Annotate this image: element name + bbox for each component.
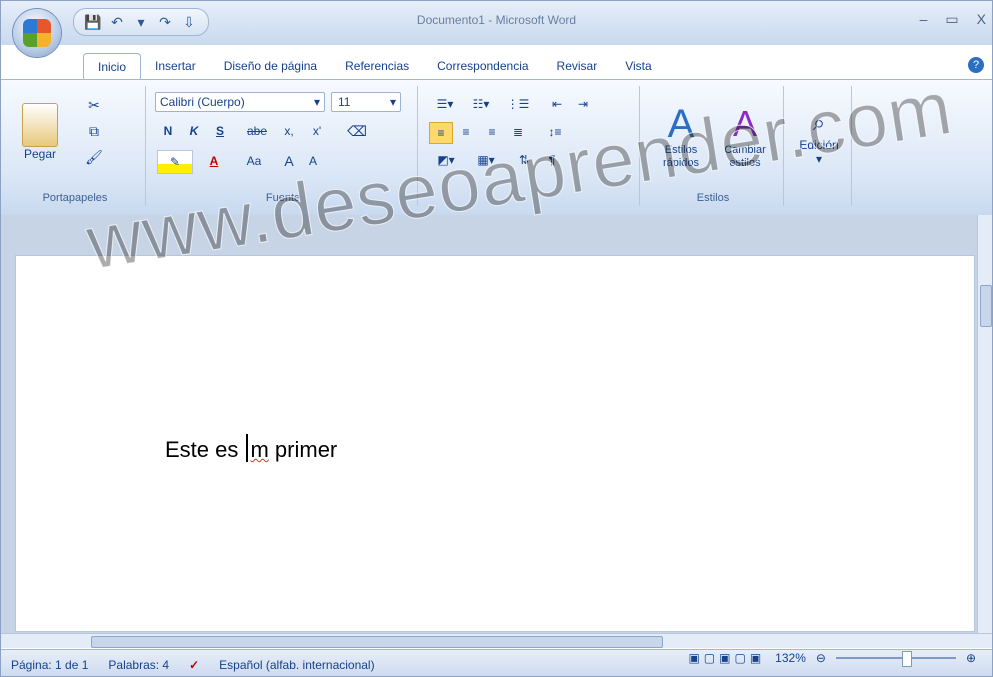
align-left-icon[interactable]: ≡ xyxy=(429,122,453,144)
proofing-icon[interactable]: ✓ xyxy=(179,658,209,672)
tab-inicio[interactable]: Inicio xyxy=(83,53,142,80)
borders-icon[interactable]: ▦▾ xyxy=(469,150,503,170)
view-modes[interactable]: ▣▢▣▢▣ xyxy=(688,651,765,665)
zoom-out-icon[interactable]: ⊖ xyxy=(816,651,826,665)
cut-icon[interactable]: ✂ xyxy=(85,96,103,114)
editing-button[interactable]: ⌕ Edición ▾ xyxy=(793,94,845,180)
group-clipboard: Pegar ✂ ⧉ 🖌 Portapapeles xyxy=(5,86,146,206)
tab-referencias[interactable]: Referencias xyxy=(331,53,423,79)
tab-diseno[interactable]: Diseño de página xyxy=(210,53,331,79)
chevron-down-icon: ▾ xyxy=(313,95,320,109)
language-indicator[interactable]: Español (alfab. internacional) xyxy=(209,658,384,672)
paste-label: Pegar xyxy=(23,147,57,161)
numbering-icon[interactable]: ☷▾ xyxy=(465,94,497,114)
document-text-before: Este es xyxy=(165,437,245,462)
change-styles-label: Cambiar estilos xyxy=(724,143,766,169)
show-marks-icon[interactable]: ¶ xyxy=(541,150,563,170)
change-styles-icon: A xyxy=(732,102,757,144)
group-font: Calibri (Cuerpo) ▾ 11 ▾ N K S abe x, x' … xyxy=(149,86,418,206)
office-button[interactable] xyxy=(13,9,61,57)
document-page[interactable] xyxy=(15,255,975,632)
change-case-button[interactable]: Aa xyxy=(237,150,271,172)
font-family-select[interactable]: Calibri (Cuerpo) ▾ xyxy=(155,92,325,112)
increase-indent-icon[interactable]: ⇥ xyxy=(571,94,595,114)
change-styles-button[interactable]: A Cambiar estilos xyxy=(715,94,775,180)
highlight-button[interactable]: ✎ xyxy=(157,150,193,174)
tab-correspondencia[interactable]: Correspondencia xyxy=(423,53,542,79)
binoculars-icon: ⌕ xyxy=(812,110,826,135)
align-center-icon[interactable]: ≡ xyxy=(455,122,477,142)
ribbon: Pegar ✂ ⧉ 🖌 Portapapeles Calibri (Cuerpo… xyxy=(1,79,992,216)
font-size-value: 11 xyxy=(338,95,351,109)
ribbon-tabs: Inicio Insertar Diseño de página Referen… xyxy=(83,53,666,80)
font-group-label: Fuente xyxy=(265,192,301,204)
vertical-scrollbar[interactable] xyxy=(977,215,992,640)
bold-button[interactable]: N xyxy=(157,120,179,142)
group-styles: A Estilos rápidos A Cambiar estilos Esti… xyxy=(643,86,784,206)
multilevel-list-icon[interactable]: ⋮☰ xyxy=(501,94,535,114)
word-window: 💾 ↶ ▾ ↷ ⇩ Documento1 - Microsoft Word – … xyxy=(0,0,993,677)
highlight-icon: ✎ xyxy=(169,155,181,169)
title-bar: 💾 ↶ ▾ ↷ ⇩ Documento1 - Microsoft Word – … xyxy=(1,1,992,57)
close-button[interactable]: X xyxy=(977,11,986,28)
office-logo-icon xyxy=(23,19,51,47)
document-text[interactable]: Este es m primer xyxy=(165,434,337,463)
group-editing: ⌕ Edición ▾ xyxy=(787,86,852,206)
zoom-level[interactable]: 132% xyxy=(775,651,806,665)
tab-revisar[interactable]: Revisar xyxy=(543,53,612,79)
bullets-icon[interactable]: ☰▾ xyxy=(429,94,461,114)
chevron-down-icon: ▾ xyxy=(815,152,823,166)
sort-icon[interactable]: ⇅ xyxy=(513,150,535,170)
font-size-select[interactable]: 11 ▾ xyxy=(331,92,401,112)
strikethrough-button[interactable]: abe xyxy=(241,120,273,142)
text-caret xyxy=(246,434,249,462)
misspelled-word: m xyxy=(250,437,269,462)
window-controls: – ▭ X xyxy=(920,11,986,28)
zoom-slider[interactable] xyxy=(835,651,956,667)
quick-styles-button[interactable]: A Estilos rápidos xyxy=(651,94,711,180)
minimize-button[interactable]: – xyxy=(920,11,928,28)
tab-insertar[interactable]: Insertar xyxy=(141,53,210,79)
decrease-indent-icon[interactable]: ⇤ xyxy=(545,94,569,114)
format-painter-icon[interactable]: 🖌 xyxy=(85,148,103,166)
quick-styles-label: Estilos rápidos xyxy=(662,143,700,169)
horizontal-scroll-thumb[interactable] xyxy=(91,636,663,648)
styles-a-icon: A xyxy=(667,101,695,146)
paste-button[interactable]: Pegar xyxy=(13,94,67,170)
word-count[interactable]: Palabras: 4 xyxy=(98,658,179,672)
chevron-down-icon: ▾ xyxy=(389,95,396,109)
line-spacing-icon[interactable]: ↕≡ xyxy=(539,122,571,142)
document-text-after: primer xyxy=(268,437,338,462)
font-color-button[interactable]: A xyxy=(197,150,231,172)
page-indicator[interactable]: Página: 1 de 1 xyxy=(1,658,98,672)
superscript-button[interactable]: x' xyxy=(305,120,329,142)
clipboard-icon xyxy=(22,103,58,147)
zoom-slider-knob[interactable] xyxy=(901,651,912,667)
justify-icon[interactable]: ≣ xyxy=(507,122,529,142)
vertical-scroll-thumb[interactable] xyxy=(980,285,992,327)
zoom-control: ▣▢▣▢▣ 132% ⊖ ⊕ xyxy=(688,651,976,667)
underline-button[interactable]: S xyxy=(209,120,231,142)
align-right-icon[interactable]: ≡ xyxy=(481,122,503,142)
horizontal-scrollbar[interactable] xyxy=(1,633,992,648)
grow-font-button[interactable]: A xyxy=(277,150,301,172)
font-family-value: Calibri (Cuerpo) xyxy=(160,95,245,109)
window-title: Documento1 - Microsoft Word xyxy=(416,13,577,27)
editing-label: Edición xyxy=(799,138,839,152)
clipboard-group-label: Portapapeles xyxy=(42,192,108,204)
document-area xyxy=(1,215,992,640)
zoom-in-icon[interactable]: ⊕ xyxy=(966,651,976,665)
shading-icon[interactable]: ◩▾ xyxy=(429,150,463,170)
styles-group-label: Estilos xyxy=(696,192,730,204)
help-icon[interactable]: ? xyxy=(968,57,984,73)
copy-icon[interactable]: ⧉ xyxy=(85,122,103,140)
maximize-button[interactable]: ▭ xyxy=(945,11,958,28)
italic-button[interactable]: K xyxy=(183,120,205,142)
shrink-font-button[interactable]: A xyxy=(301,150,325,172)
clear-format-icon[interactable]: ⌫ xyxy=(345,120,369,142)
tab-vista[interactable]: Vista xyxy=(611,53,665,79)
subscript-button[interactable]: x, xyxy=(277,120,301,142)
group-paragraph: ☰▾ ☷▾ ⋮☰ ⇤ ⇥ ≡ ≡ ≡ ≣ ↕≡ ◩▾ ▦▾ ⇅ ¶ xyxy=(421,86,640,206)
